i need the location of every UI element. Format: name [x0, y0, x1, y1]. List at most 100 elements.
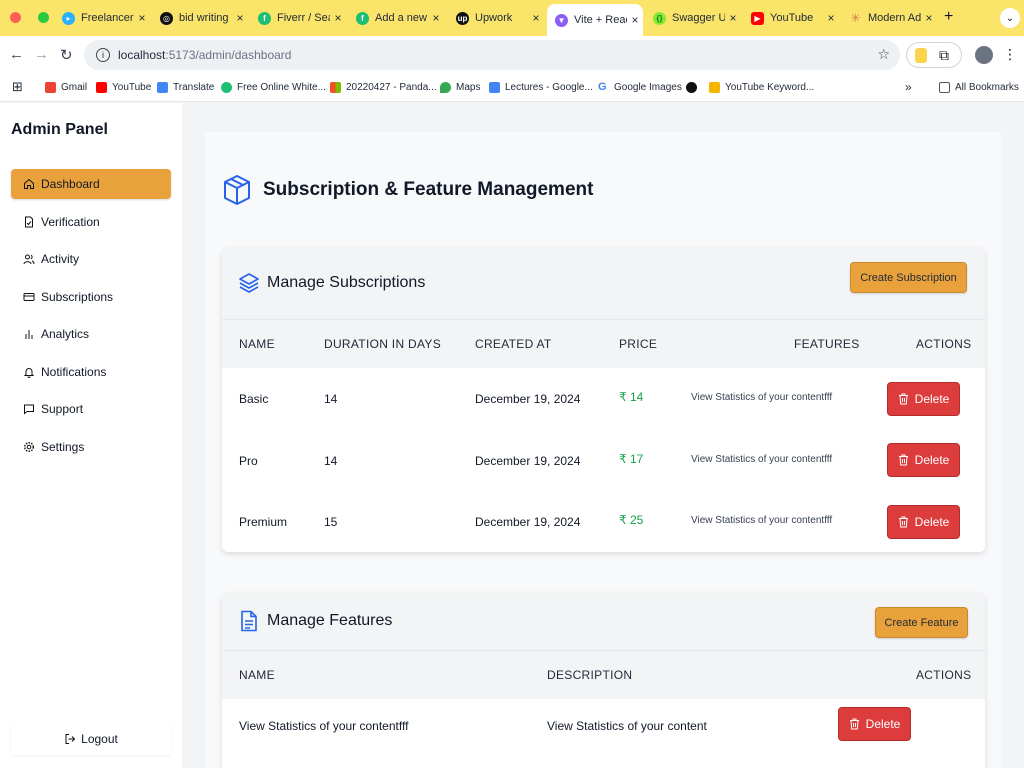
bookmark-item[interactable]: Lectures - Google... [489, 82, 593, 93]
bookmark-item[interactable]: YouTube Keyword... [709, 82, 814, 93]
package-icon [224, 175, 250, 205]
home-icon [24, 178, 34, 189]
spark-icon: ✳ [850, 11, 861, 25]
url-path: :5173/admin/dashboard [165, 48, 292, 62]
all-bookmarks[interactable]: All Bookmarks [939, 82, 1019, 93]
sidebar-item-label: Support [41, 402, 84, 416]
chart-icon [709, 82, 720, 93]
close-tab-icon[interactable]: × [232, 11, 248, 25]
trash-icon [849, 718, 859, 730]
zoom-window-button[interactable] [38, 12, 49, 23]
bookmark-item[interactable]: Free Online White... [221, 82, 326, 93]
close-tab-icon[interactable]: × [725, 11, 741, 25]
browser-tab[interactable]: ◎ bid writing × [152, 6, 248, 30]
subscriptions-card: Manage Subscriptions Create Subscription… [222, 248, 985, 552]
close-tab-icon[interactable]: × [528, 11, 544, 25]
browser-tab[interactable]: f Add a new p× [348, 6, 444, 30]
tab-search-icon[interactable]: ⌄ [1000, 8, 1020, 28]
bookmark-item[interactable]: G Google Images [598, 81, 682, 94]
bookmark-item[interactable]: Maps [440, 82, 480, 93]
close-window-button[interactable] [10, 12, 21, 23]
bookmark-star-icon[interactable]: ☆ [877, 46, 890, 63]
bookmark-item[interactable]: 20220427 - Panda... [330, 82, 437, 93]
column-header: FEATURES [794, 337, 860, 351]
sidebar-item-subscriptions[interactable]: Subscriptions [11, 282, 171, 312]
browser-tab[interactable]: ▸ Freelancer × [54, 6, 150, 30]
sidebar-item-label: Dashboard [41, 177, 100, 191]
forward-icon[interactable]: → [34, 46, 49, 63]
reload-icon[interactable]: ↻ [60, 46, 73, 64]
subscription-name: Premium [239, 515, 288, 529]
youtube-icon: ▶ [751, 11, 764, 25]
create-feature-button[interactable]: Create Feature [875, 607, 968, 638]
back-icon[interactable]: ← [9, 46, 24, 63]
browser-tab[interactable]: {} Swagger UI × [645, 6, 741, 30]
subscription-price: ₹ 14 [619, 390, 644, 404]
close-tab-icon[interactable]: × [823, 11, 839, 25]
column-header: NAME [239, 668, 275, 682]
delete-button[interactable]: Delete [887, 443, 960, 477]
sidebar-item-support[interactable]: Support [11, 394, 171, 424]
features-card-title: Manage Features [239, 610, 392, 632]
close-tab-icon[interactable]: × [921, 11, 937, 25]
microsoft-icon [330, 82, 341, 93]
sidebar-item-analytics[interactable]: Analytics [11, 319, 171, 349]
subscriptions-card-header: Manage Subscriptions Create Subscription [222, 248, 985, 320]
bookmark-item[interactable] [686, 82, 702, 93]
delete-button[interactable]: Delete [887, 382, 960, 416]
sidebar-item-dashboard[interactable]: Dashboard [11, 169, 171, 199]
browser-tab[interactable]: up Upwork × [448, 6, 544, 30]
table-row: Premium 15 December 19, 2024 ₹ 25 View S… [222, 491, 985, 552]
sidebar-item-verification[interactable]: Verification [11, 207, 171, 237]
sidebar-item-activity[interactable]: Activity [11, 244, 171, 274]
table-row: View Statistics of your contentfff View … [222, 699, 985, 761]
profile-avatar[interactable] [975, 46, 993, 64]
google-icon: G [598, 81, 607, 93]
bookmark-item[interactable]: Gmail [45, 82, 87, 93]
browser-toolbar: ← → ↻ i localhost:5173/admin/dashboard ☆… [0, 36, 1024, 76]
delete-button[interactable]: Delete [838, 707, 911, 741]
close-tab-icon[interactable]: × [134, 11, 150, 25]
close-tab-icon[interactable]: × [428, 11, 444, 25]
browser-tab-active[interactable]: ▼ Vite + React× [547, 4, 643, 36]
extension-icon[interactable] [915, 48, 927, 63]
document-icon [241, 610, 257, 632]
logout-button[interactable]: Logout [11, 723, 171, 755]
create-subscription-button[interactable]: Create Subscription [850, 262, 967, 293]
apps-grid-icon[interactable]: ⊞ [12, 79, 23, 95]
docs-icon [489, 82, 500, 93]
layers-icon [239, 273, 259, 293]
bookmark-item[interactable]: YouTube [96, 82, 151, 93]
column-header: ACTIONS [916, 337, 972, 351]
browser-tab[interactable]: ▶ YouTube × [743, 6, 839, 30]
trash-icon [898, 454, 908, 466]
youtube-icon [96, 82, 107, 93]
bell-icon [23, 368, 35, 378]
browser-tab-strip: ▸ Freelancer × ◎ bid writing × f Fiverr / … [0, 0, 1024, 36]
subscription-features: View Statistics of your contentfff [691, 392, 833, 403]
browser-tab[interactable]: ✳ Modern Adm× [841, 6, 937, 30]
new-tab-icon[interactable]: + [944, 8, 953, 26]
upwork-icon: up [456, 11, 469, 25]
sidebar-item-settings[interactable]: Settings [11, 432, 171, 462]
browser-menu-icon[interactable]: ⋮ [1003, 46, 1017, 63]
main-content: Subscription & Feature Management Manage… [205, 132, 1001, 768]
address-bar[interactable]: i localhost:5173/admin/dashboard ☆ [84, 40, 900, 70]
site-info-icon[interactable]: i [96, 48, 110, 62]
swagger-icon: {} [653, 11, 666, 25]
features-table-header: NAME DESCRIPTION ACTIONS [222, 651, 985, 699]
close-tab-icon[interactable]: × [627, 13, 643, 27]
more-bookmarks-icon[interactable]: » [905, 80, 912, 94]
subscription-price: ₹ 25 [619, 513, 644, 527]
bookmark-item[interactable]: Translate [157, 82, 214, 93]
card-icon [23, 293, 35, 301]
close-tab-icon[interactable]: × [330, 11, 346, 25]
delete-button[interactable]: Delete [887, 505, 960, 539]
brand-title: Admin Panel [11, 121, 108, 138]
browser-tab[interactable]: f Fiverr / Sear× [250, 6, 346, 30]
subscription-created-at: December 19, 2024 [475, 392, 581, 406]
puzzle-icon[interactable]: ⧉ [939, 47, 949, 64]
feature-description: View Statistics of your content [547, 719, 707, 733]
trash-icon [898, 516, 908, 528]
sidebar-item-notifications[interactable]: Notifications [11, 357, 171, 387]
